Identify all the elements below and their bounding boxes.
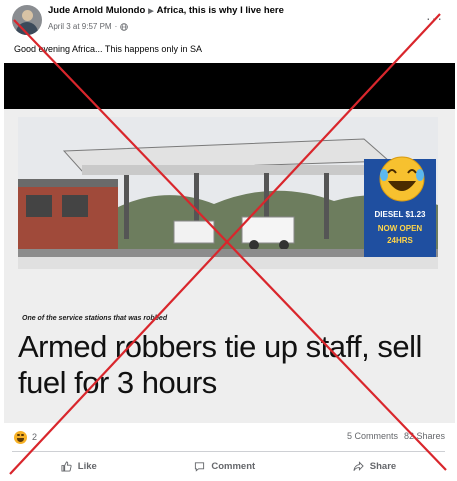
group-name[interactable]: Africa, this is why I live here bbox=[157, 5, 284, 16]
price-sign-line-3: 24HRS bbox=[387, 236, 413, 245]
avatar-shoulders bbox=[16, 22, 38, 35]
more-options-button[interactable]: ··· bbox=[426, 10, 443, 26]
comment-button[interactable]: Comment bbox=[194, 461, 255, 472]
post-caption: Good evening Africa... This happens only… bbox=[14, 44, 202, 54]
post-subline: April 3 at 9:57 PM · bbox=[48, 21, 284, 32]
like-button[interactable]: Like bbox=[61, 461, 97, 472]
emoji-eye bbox=[21, 433, 24, 436]
author-line: Jude Arnold Mulondo ▶ Africa, this is why … bbox=[48, 5, 284, 18]
post-image[interactable]: DIESEL $1.23 NOW OPEN 24HRS One of the s… bbox=[4, 63, 455, 423]
globe-icon bbox=[120, 22, 129, 31]
actions-divider bbox=[12, 451, 445, 452]
share-arrow-icon bbox=[353, 460, 364, 471]
price-sign-line-1: DIESEL $1.23 bbox=[375, 210, 427, 219]
like-label: Like bbox=[77, 460, 97, 472]
shares-count[interactable]: 82 Shares bbox=[404, 431, 445, 441]
photo-caption: One of the service stations that was rob… bbox=[22, 315, 168, 322]
reaction-count[interactable]: 2 bbox=[32, 432, 37, 442]
newspaper-headline: Armed robbers tie up staff, sell fuel fo… bbox=[18, 329, 422, 400]
separator-dot: · bbox=[114, 22, 118, 31]
post-timestamp[interactable]: April 3 at 9:57 PM bbox=[48, 21, 112, 32]
comment-label: Comment bbox=[211, 460, 256, 472]
speech-bubble-icon bbox=[195, 461, 205, 472]
emoji-mouth bbox=[17, 437, 24, 442]
author-name[interactable]: Jude Arnold Mulondo bbox=[48, 5, 145, 16]
reactions-summary[interactable]: 2 bbox=[14, 429, 37, 445]
price-sign-line-2: NOW OPEN bbox=[378, 224, 423, 233]
facebook-post: Jude Arnold Mulondo ▶ Africa, this is why … bbox=[0, 0, 457, 481]
share-button[interactable]: Share bbox=[353, 461, 396, 472]
laughing-emoji-icon bbox=[14, 430, 27, 444]
post-header: Jude Arnold Mulondo ▶ Africa, this is why … bbox=[12, 5, 284, 39]
comments-count[interactable]: 5 Comments bbox=[347, 431, 398, 441]
laughing-emoji-sticker bbox=[379, 156, 425, 202]
thumbs-up-icon bbox=[61, 460, 72, 472]
post-meta: Jude Arnold Mulondo ▶ Africa, this is why … bbox=[48, 5, 284, 32]
avatar-head bbox=[22, 10, 33, 21]
emoji-eye bbox=[17, 433, 20, 436]
group-arrow-icon: ▶ bbox=[148, 8, 154, 15]
post-actions: Like Comment Share bbox=[12, 455, 445, 477]
share-label: Share bbox=[369, 460, 397, 472]
author-avatar[interactable] bbox=[12, 5, 42, 35]
post-stats: 5 Comments 82 Shares bbox=[347, 431, 445, 441]
